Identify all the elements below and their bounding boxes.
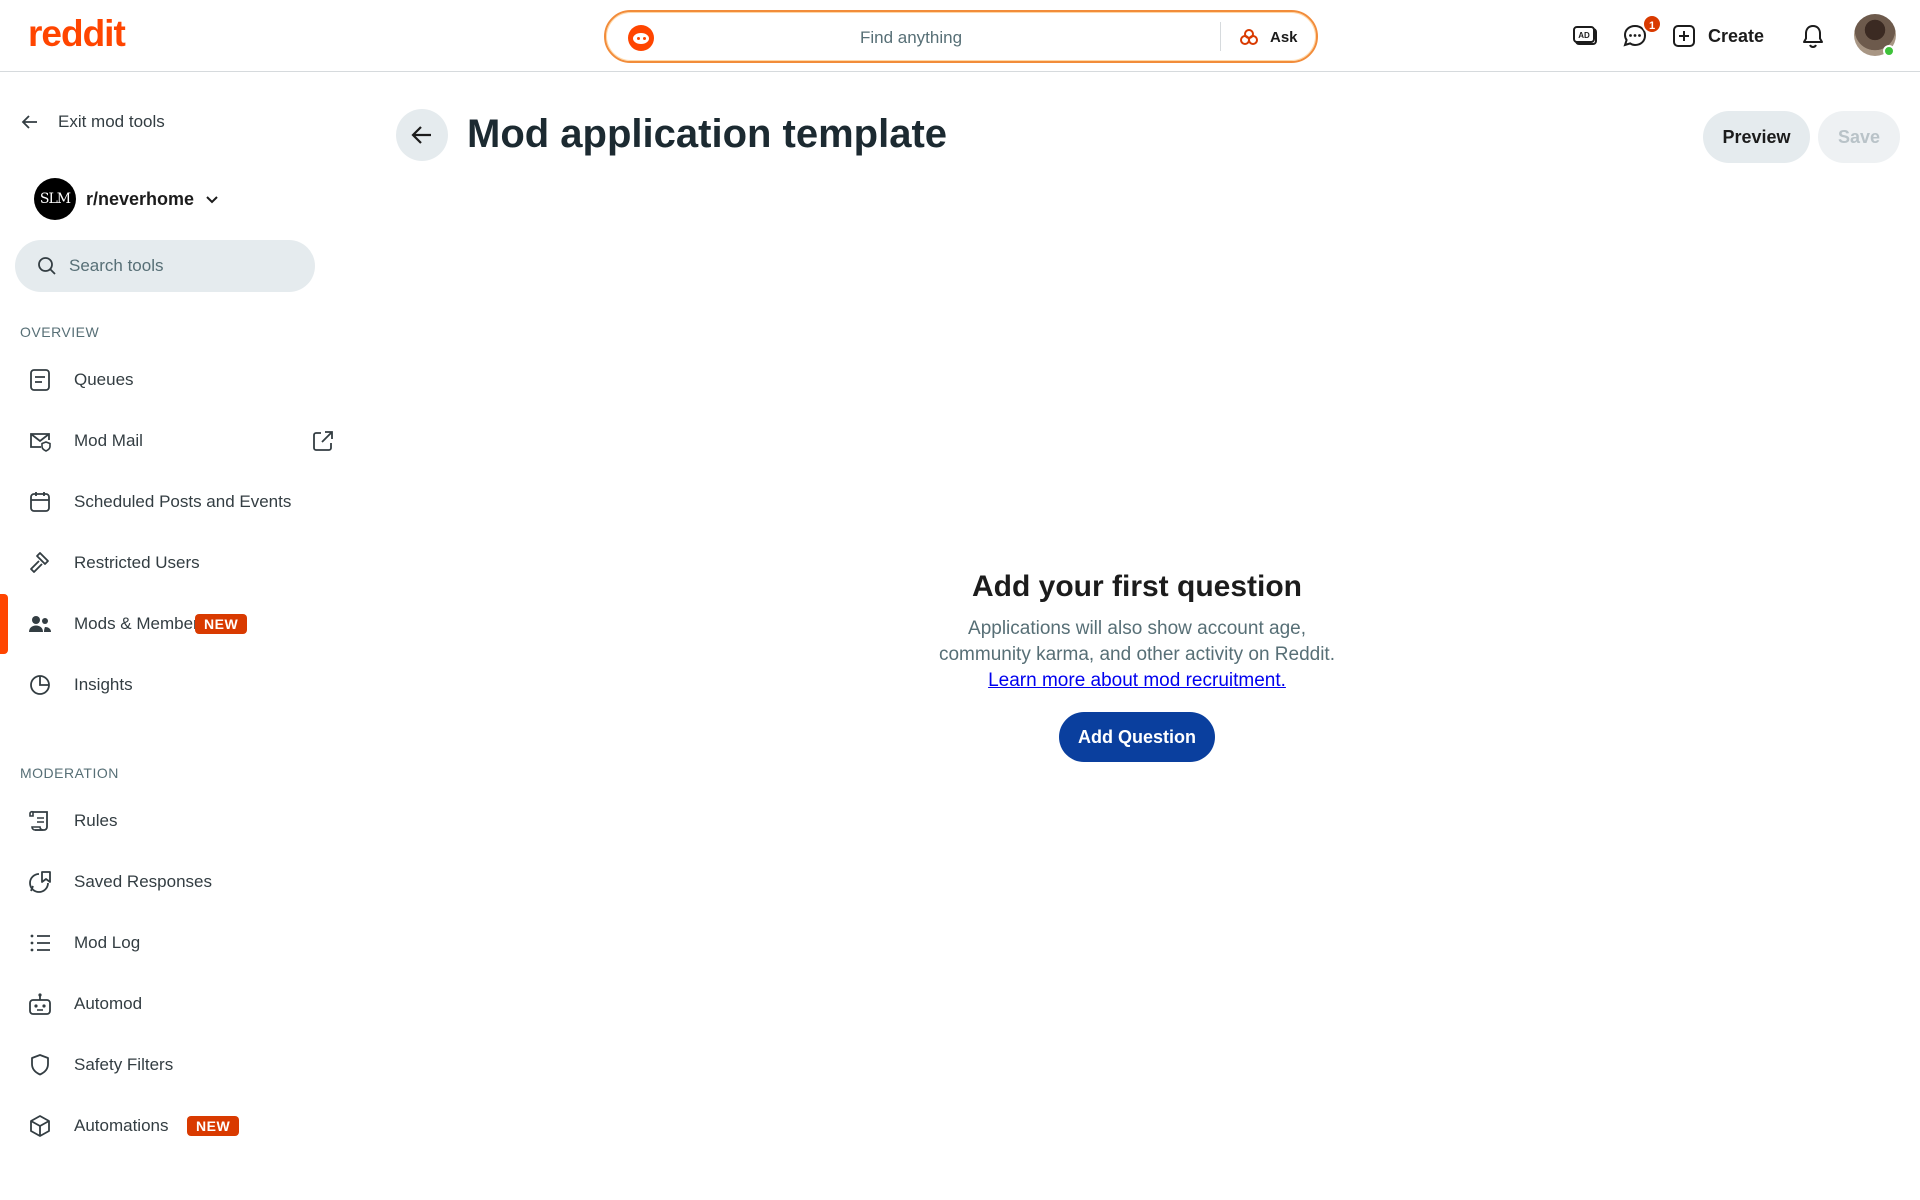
exit-mod-tools-link[interactable]: Exit mod tools xyxy=(20,112,165,132)
plus-square-icon xyxy=(1673,25,1695,47)
sidebar-item-label: Insights xyxy=(74,675,133,694)
reddit-logo[interactable]: reddit xyxy=(28,14,126,54)
calendar-icon xyxy=(30,492,50,512)
search-placeholder[interactable]: Find anything xyxy=(606,28,1216,48)
preview-button[interactable]: Preview xyxy=(1703,111,1810,163)
overview-heading: OVERVIEW xyxy=(20,324,100,340)
sidebar-item-label: Saved Responses xyxy=(74,872,212,891)
members-icon xyxy=(29,616,51,632)
sidebar-item-insights[interactable]: Insights xyxy=(0,657,340,713)
exit-mod-tools-label: Exit mod tools xyxy=(58,112,165,131)
robot-icon xyxy=(29,993,51,1015)
sidebar-item-automations[interactable]: Automations NEW xyxy=(0,1098,340,1154)
external-link-icon[interactable] xyxy=(311,429,335,453)
save-button[interactable]: Save xyxy=(1818,111,1900,163)
chat-notification-badge: 1 xyxy=(1642,14,1662,34)
global-search-bar[interactable]: Find anything Ask xyxy=(604,10,1318,63)
create-label: Create xyxy=(1708,25,1765,46)
arrow-left-icon xyxy=(411,126,431,144)
sidebar-item-label: Mods & Members xyxy=(74,614,208,633)
empty-state-desc-line1: Applications will also show account age, xyxy=(968,618,1306,639)
sidebar-item-safety-filters[interactable]: Safety Filters xyxy=(0,1037,340,1093)
empty-state: Add your first question Applications wil… xyxy=(880,570,1394,762)
shield-icon xyxy=(31,1054,49,1076)
create-button[interactable]: Create xyxy=(1672,20,1764,52)
sidebar-item-label: Safety Filters xyxy=(74,1055,174,1074)
sidebar-item-label: Mod Log xyxy=(74,933,141,952)
search-tools-input[interactable]: Search tools xyxy=(15,240,315,292)
add-question-button[interactable]: Add Question xyxy=(1059,712,1215,762)
chevron-down-icon xyxy=(206,196,218,204)
pie-chart-icon xyxy=(30,675,50,695)
sidebar-item-saved-responses[interactable]: Saved Responses xyxy=(0,854,340,910)
new-badge: NEW xyxy=(187,1116,240,1136)
new-badge: NEW xyxy=(195,614,248,634)
sidebar-item-label: Restricted Users xyxy=(74,553,200,572)
search-tools-placeholder: Search tools xyxy=(69,256,164,275)
online-status-dot xyxy=(1883,45,1895,57)
sidebar-item-scheduled-posts[interactable]: Scheduled Posts and Events xyxy=(0,474,340,530)
sidebar-item-rules[interactable]: Rules xyxy=(0,793,340,849)
mod-tools-sidebar: Exit mod tools SLM r/neverhome Search to… xyxy=(0,72,340,1200)
rules-scroll-icon xyxy=(29,810,48,831)
list-icon xyxy=(30,934,50,952)
sidebar-item-mods-members[interactable]: Mods & Members NEW xyxy=(0,594,340,654)
search-icon xyxy=(38,257,56,275)
subreddit-switcher[interactable]: SLM r/neverhome xyxy=(34,178,220,220)
ask-answers-icon[interactable] xyxy=(1239,27,1259,47)
learn-more-link[interactable]: Learn more about mod recruitment. xyxy=(988,668,1286,694)
sidebar-item-label: Automod xyxy=(74,994,143,1013)
advertise-icon[interactable]: AD xyxy=(1571,22,1599,50)
page-title: Mod application template xyxy=(467,112,948,156)
sidebar-item-label: Scheduled Posts and Events xyxy=(74,492,292,511)
search-divider xyxy=(1220,22,1221,51)
subreddit-avatar: SLM xyxy=(34,178,76,220)
sidebar-item-automod[interactable]: Automod xyxy=(0,976,340,1032)
sidebar-item-mod-log[interactable]: Mod Log xyxy=(0,915,340,971)
sidebar-item-label: Automations xyxy=(74,1116,169,1135)
ask-button-label[interactable]: Ask xyxy=(1270,29,1298,46)
subreddit-name: r/neverhome xyxy=(86,188,195,209)
svg-text:AD: AD xyxy=(1578,31,1590,40)
empty-state-desc-line2: community karma, and other activity on R… xyxy=(938,644,1335,665)
sidebar-item-label: Mod Mail xyxy=(74,431,143,450)
mod-mail-icon xyxy=(30,433,51,452)
cube-icon xyxy=(30,1115,50,1137)
hammer-icon xyxy=(30,552,49,573)
saved-responses-icon xyxy=(29,871,51,893)
sidebar-item-restricted-users[interactable]: Restricted Users xyxy=(0,535,340,591)
sidebar-item-queues[interactable]: Queues xyxy=(0,352,340,408)
notification-bell-icon[interactable] xyxy=(1799,22,1827,50)
empty-state-title: Add your first question xyxy=(972,570,1302,603)
moderation-heading: MODERATION xyxy=(20,765,119,781)
arrow-left-icon xyxy=(21,115,37,129)
top-bar: reddit Find anything Ask AD 1 Create xyxy=(0,0,1920,72)
sidebar-item-mod-mail[interactable]: Mod Mail xyxy=(0,413,340,469)
sidebar-item-label: Rules xyxy=(74,811,118,830)
empty-state-description: Applications will also show account age,… xyxy=(880,616,1394,668)
sidebar-item-label: Queues xyxy=(74,370,134,389)
back-button[interactable] xyxy=(396,109,448,161)
queue-icon xyxy=(30,369,50,391)
